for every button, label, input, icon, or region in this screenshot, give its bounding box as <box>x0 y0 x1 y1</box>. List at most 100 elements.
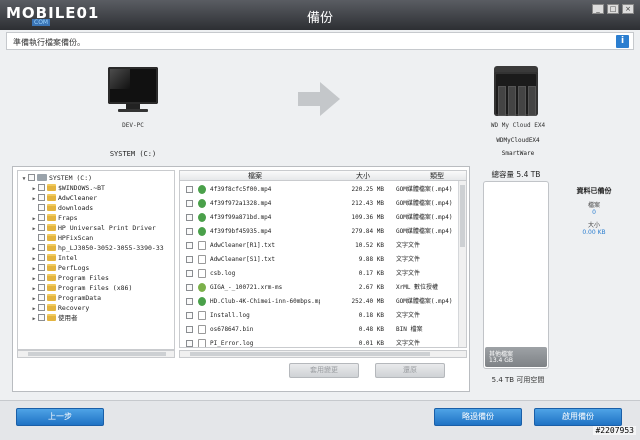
tree-horizontal-scrollbar[interactable] <box>17 350 175 358</box>
arrow-right-icon <box>298 82 340 116</box>
close-button[interactable]: × <box>622 4 634 14</box>
start-backup-button[interactable]: 啟用備份 <box>534 408 622 426</box>
tree-item-label: Fraps <box>58 214 78 222</box>
file-row[interactable]: AdwCleaner[S1].txt 9.88 KB 文字文件 <box>180 253 466 267</box>
checkbox[interactable] <box>186 284 193 291</box>
file-size: 10.52 KB <box>355 242 384 249</box>
tree-item-label: Program Files (x86) <box>58 284 133 292</box>
tree-item[interactable]: ▶ Intel <box>30 253 174 263</box>
file-list-horizontal-scrollbar[interactable] <box>179 350 467 358</box>
checkbox[interactable] <box>38 294 45 301</box>
file-row[interactable]: PI_Error.log 0.01 KB 文字文件 <box>180 337 466 347</box>
checkbox[interactable] <box>186 242 193 249</box>
file-name: 4f39f99a871bd.mp4 <box>210 214 272 221</box>
file-row[interactable]: AdwCleaner[R1].txt 10.52 KB 文字文件 <box>180 239 466 253</box>
file-type: XrML 數位授權 <box>396 284 439 291</box>
checkbox[interactable] <box>38 254 45 261</box>
folder-tree[interactable]: ▼ SYSTEM (C:) ▶ $WINDOWS.~BT ▶ AdwCleaner d… <box>17 170 175 350</box>
file-row[interactable]: 4f39f8cfc5f00.mp4 220.25 MB GOM媒體檔案(.mp4… <box>180 183 466 197</box>
checkbox[interactable] <box>28 174 35 181</box>
checkbox[interactable] <box>186 270 193 277</box>
tree-item[interactable]: ▶ Program Files <box>30 273 174 283</box>
checkbox[interactable] <box>38 264 45 271</box>
tree-item-label: 使用者 <box>58 314 78 322</box>
file-type: GOM媒體檔案(.mp4) <box>396 298 453 305</box>
file-row[interactable]: csb.log 0.17 KB 文字文件 <box>180 267 466 281</box>
file-row[interactable]: 4f39f972a1328.mp4 212.43 MB GOM媒體檔案(.mp4… <box>180 197 466 211</box>
tree-item-label: hp_LJ3050-3052-3055-3390-33 <box>58 244 164 252</box>
checkbox[interactable] <box>38 284 45 291</box>
column-header-name[interactable]: 檔案 <box>248 171 262 181</box>
checkbox[interactable] <box>38 194 45 201</box>
tree-item[interactable]: ▶ 使用者 <box>30 313 174 324</box>
minimize-button[interactable]: _ <box>592 4 604 14</box>
file-type: GOM媒體檔案(.mp4) <box>396 214 453 221</box>
info-icon[interactable]: i <box>616 35 629 48</box>
tree-item[interactable]: ▶ PerfLogs <box>30 263 174 273</box>
capacity-bar: 其他檔案 13.4 GB <box>483 181 549 369</box>
checkbox[interactable] <box>38 244 45 251</box>
destination-share-label: SmartWare <box>501 150 535 157</box>
file-type: 文字文件 <box>396 256 421 263</box>
checkbox[interactable] <box>38 314 45 321</box>
file-row[interactable]: GIGA_-_100721.xrm-ms 2.67 KB XrML 數位授權 <box>180 281 466 295</box>
text-file-icon <box>198 311 206 320</box>
tree-item[interactable]: ▶ $WINDOWS.~BT <box>30 183 174 193</box>
tree-item[interactable]: ▶ AdwCleaner <box>30 193 174 203</box>
maximize-button[interactable]: □ <box>607 4 619 14</box>
checkbox[interactable] <box>38 224 45 231</box>
tree-item-root[interactable]: ▼ SYSTEM (C:) <box>20 173 174 184</box>
tree-item[interactable]: HPFixScan <box>30 233 174 243</box>
file-name: GIGA_-_100721.xrm-ms <box>210 284 283 291</box>
file-row[interactable]: 4f39f99a871bd.mp4 109.36 MB GOM媒體檔案(.mp4… <box>180 211 466 225</box>
checkbox[interactable] <box>186 186 193 193</box>
checkbox[interactable] <box>38 204 45 211</box>
scrollbar-thumb[interactable] <box>190 352 430 356</box>
checkbox[interactable] <box>38 304 45 311</box>
checkbox[interactable] <box>38 214 45 221</box>
file-list-vertical-scrollbar[interactable] <box>458 181 466 347</box>
tree-item[interactable]: downloads <box>30 203 174 213</box>
nas-body <box>494 72 538 116</box>
back-button[interactable]: 上一步 <box>16 408 104 426</box>
tree-item[interactable]: ▶ Program Files (x86) <box>30 283 174 293</box>
scrollbar-thumb[interactable] <box>460 185 465 247</box>
checkbox[interactable] <box>186 200 193 207</box>
checkbox[interactable] <box>186 312 193 319</box>
tree-item[interactable]: ▶ ProgramData <box>30 293 174 303</box>
file-row[interactable]: 4f39f9bf45935.mp4 279.84 MB GOM媒體檔案(.mp4… <box>180 225 466 239</box>
column-header-size[interactable]: 大小 <box>356 171 370 181</box>
tree-item[interactable]: ▶ HP Universal Print Driver <box>30 223 174 233</box>
destination-device-name: WD My Cloud EX4 <box>490 122 546 129</box>
checkbox[interactable] <box>186 326 193 333</box>
scrollbar-thumb[interactable] <box>28 352 166 356</box>
drive-icon <box>37 174 47 181</box>
checkbox[interactable] <box>186 256 193 263</box>
file-row[interactable]: os678647.bin 0.48 KB BIN 檔案 <box>180 323 466 337</box>
checkbox[interactable] <box>38 274 45 281</box>
folder-icon <box>47 294 56 301</box>
revert-button[interactable]: 還原 <box>375 363 445 378</box>
checkbox[interactable] <box>38 184 45 191</box>
file-row[interactable]: Install.log 0.18 KB 文字文件 <box>180 309 466 323</box>
folder-icon <box>47 234 56 241</box>
expand-icon[interactable]: ▶ <box>30 314 38 324</box>
collapse-icon[interactable]: ▼ <box>20 174 28 184</box>
tree-item[interactable]: ▶ Recovery <box>30 303 174 313</box>
checkbox[interactable] <box>186 214 193 221</box>
checkbox[interactable] <box>186 340 193 347</box>
tree-item[interactable]: ▶ hp_LJ3050-3052-3055-3390-33 <box>30 243 174 253</box>
skip-backup-button[interactable]: 略過備份 <box>434 408 522 426</box>
column-header-type[interactable]: 類型 <box>430 171 444 181</box>
file-row[interactable]: HD.Club-4K-Chimei-inn-60mbps.mp4 252.40 … <box>180 295 466 309</box>
folder-icon <box>47 244 56 251</box>
checkbox[interactable] <box>186 228 193 235</box>
file-name: 4f39f9bf45935.mp4 <box>210 228 272 235</box>
text-file-icon <box>198 255 206 264</box>
checkbox[interactable] <box>186 298 193 305</box>
tree-item-label: HP Universal Print Driver <box>58 224 156 232</box>
tree-item[interactable]: ▶ Fraps <box>30 213 174 223</box>
checkbox[interactable] <box>38 234 45 241</box>
backup-window: MOBILE01 COM 備份 _ □ × 準備執行檔案備份。 i DEV-PC… <box>0 0 640 440</box>
apply-changes-button[interactable]: 套用變更 <box>289 363 359 378</box>
